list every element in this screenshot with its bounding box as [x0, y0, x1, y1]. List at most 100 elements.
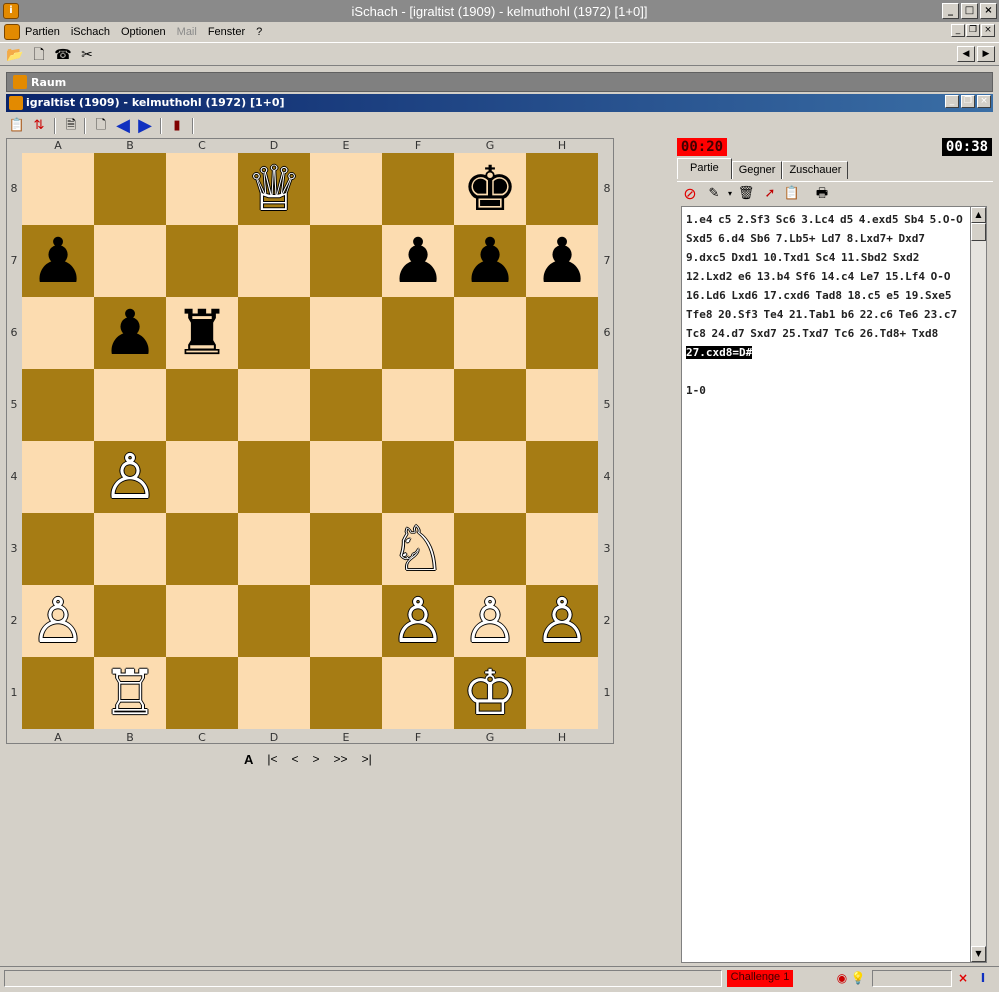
- square-f6[interactable]: [382, 297, 454, 369]
- square-f4[interactable]: [382, 441, 454, 513]
- next-move-button[interactable]: >: [313, 752, 320, 767]
- toolbar-scroll-right-button[interactable]: ▶: [977, 46, 995, 62]
- menu-fenster[interactable]: Fenster: [208, 26, 245, 38]
- square-h1[interactable]: [526, 657, 598, 729]
- first-move-button[interactable]: |<: [267, 752, 277, 767]
- square-h7[interactable]: ♟: [526, 225, 598, 297]
- white-pawn-piece[interactable]: ♙: [102, 440, 158, 513]
- trash-icon[interactable]: 🗑: [737, 185, 755, 203]
- print-icon[interactable]: 🖶: [813, 185, 831, 203]
- square-f1[interactable]: [382, 657, 454, 729]
- menu-mail[interactable]: Mail: [177, 26, 197, 38]
- scroll-up-arrow-icon[interactable]: ▲: [971, 207, 986, 223]
- square-d4[interactable]: [238, 441, 310, 513]
- square-h3[interactable]: [526, 513, 598, 585]
- notation-pane[interactable]: 1.e4 c5 2.Sf3 Sc6 3.Lc4 d5 4.exd5 Sb4 5.…: [681, 206, 970, 963]
- square-c2[interactable]: [166, 585, 238, 657]
- square-g2[interactable]: ♙: [454, 585, 526, 657]
- square-a2[interactable]: ♙: [22, 585, 94, 657]
- square-a3[interactable]: [22, 513, 94, 585]
- square-e4[interactable]: [310, 441, 382, 513]
- square-c3[interactable]: [166, 513, 238, 585]
- black-pawn-piece[interactable]: ♟: [102, 296, 158, 369]
- square-b1[interactable]: ♖: [94, 657, 166, 729]
- square-c6[interactable]: ♜: [166, 297, 238, 369]
- tab-partie[interactable]: Partie: [677, 158, 732, 179]
- cancel-icon[interactable]: ⊘: [681, 185, 699, 203]
- square-a6[interactable]: [22, 297, 94, 369]
- square-a4[interactable]: [22, 441, 94, 513]
- square-d8[interactable]: ♕: [238, 153, 310, 225]
- square-a1[interactable]: [22, 657, 94, 729]
- square-b8[interactable]: [94, 153, 166, 225]
- white-pawn-piece[interactable]: ♙: [534, 584, 590, 657]
- square-g7[interactable]: ♟: [454, 225, 526, 297]
- lightbulb-icon[interactable]: 💡: [850, 970, 866, 986]
- square-f3[interactable]: ♘: [382, 513, 454, 585]
- challenge-indicator[interactable]: Challenge 1: [727, 970, 793, 987]
- square-g1[interactable]: ♔: [454, 657, 526, 729]
- new-game-icon[interactable]: 🗋: [92, 117, 110, 135]
- menu-help[interactable]: ?: [256, 26, 262, 38]
- game-window-icon[interactable]: [9, 96, 23, 110]
- white-rook-piece[interactable]: ♖: [102, 656, 158, 729]
- square-e5[interactable]: [310, 369, 382, 441]
- disconnect-icon[interactable]: ✂: [78, 46, 96, 64]
- square-b5[interactable]: [94, 369, 166, 441]
- white-queen-piece[interactable]: ♕: [246, 152, 302, 225]
- exit-door-icon[interactable]: ▮: [168, 117, 186, 135]
- square-c1[interactable]: [166, 657, 238, 729]
- new-document-icon[interactable]: 🗋: [30, 46, 48, 64]
- mdi-icon[interactable]: [4, 24, 20, 40]
- square-h6[interactable]: [526, 297, 598, 369]
- open-folder-icon[interactable]: 📂: [6, 46, 24, 64]
- connect-phone-icon[interactable]: ☎: [54, 46, 72, 64]
- square-g5[interactable]: [454, 369, 526, 441]
- white-pawn-piece[interactable]: ♙: [30, 584, 86, 657]
- game-restore-button[interactable]: ❐: [961, 95, 975, 108]
- flip-board-icon[interactable]: ⇅: [30, 117, 48, 135]
- minimize-button[interactable]: _: [942, 3, 959, 19]
- analysis-button[interactable]: A: [244, 752, 253, 767]
- toolbar-scroll-left-button[interactable]: ◀: [957, 46, 975, 62]
- square-d5[interactable]: [238, 369, 310, 441]
- square-d6[interactable]: [238, 297, 310, 369]
- square-f5[interactable]: [382, 369, 454, 441]
- record-icon[interactable]: ◉: [834, 970, 850, 986]
- pin-icon[interactable]: ➚: [761, 185, 779, 203]
- square-c5[interactable]: [166, 369, 238, 441]
- square-c7[interactable]: [166, 225, 238, 297]
- square-b6[interactable]: ♟: [94, 297, 166, 369]
- scroll-thumb[interactable]: [971, 223, 986, 241]
- square-d1[interactable]: [238, 657, 310, 729]
- square-e7[interactable]: [310, 225, 382, 297]
- white-pawn-piece[interactable]: ♙: [462, 584, 518, 657]
- mdi-minimize-button[interactable]: _: [951, 24, 965, 37]
- maximize-button[interactable]: □: [961, 3, 978, 19]
- square-b4[interactable]: ♙: [94, 441, 166, 513]
- game-close-button[interactable]: ×: [977, 95, 991, 108]
- notation-document-icon[interactable]: 🗎: [62, 117, 80, 135]
- raum-panel[interactable]: Raum: [6, 72, 993, 92]
- square-b3[interactable]: [94, 513, 166, 585]
- square-c8[interactable]: [166, 153, 238, 225]
- tab-gegner[interactable]: Gegner: [731, 161, 783, 179]
- current-move[interactable]: 27.cxd8=D#: [686, 346, 753, 359]
- white-king-piece[interactable]: ♔: [462, 656, 518, 729]
- square-e8[interactable]: [310, 153, 382, 225]
- close-button[interactable]: ×: [980, 3, 997, 19]
- square-g4[interactable]: [454, 441, 526, 513]
- mdi-restore-button[interactable]: ❐: [966, 24, 980, 37]
- menu-partien[interactable]: Partien: [25, 26, 60, 38]
- square-h5[interactable]: [526, 369, 598, 441]
- square-b7[interactable]: [94, 225, 166, 297]
- square-a7[interactable]: ♟: [22, 225, 94, 297]
- black-pawn-piece[interactable]: ♟: [30, 224, 86, 297]
- black-pawn-piece[interactable]: ♟: [534, 224, 590, 297]
- back-arrow-icon[interactable]: ◀: [114, 117, 132, 135]
- mdi-close-button[interactable]: ×: [981, 24, 995, 37]
- square-d2[interactable]: [238, 585, 310, 657]
- square-d3[interactable]: [238, 513, 310, 585]
- tab-zuschauer[interactable]: Zuschauer: [782, 161, 849, 179]
- game-minimize-button[interactable]: _: [945, 95, 959, 108]
